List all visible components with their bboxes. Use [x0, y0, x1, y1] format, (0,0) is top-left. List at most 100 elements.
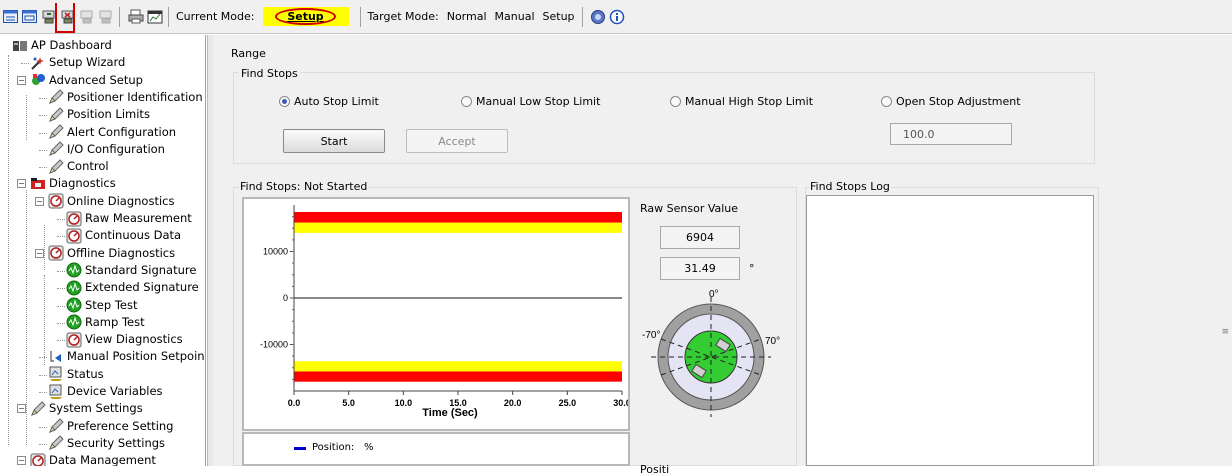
tree-item-offline-diagnostics[interactable]: Offline Diagnostics	[48, 245, 175, 262]
tree-item-manual-position-setpoint[interactable]: Manual Position Setpoint	[48, 348, 205, 365]
position-chart-svg: 100000-100000.05.010.015.020.025.030.0Ti…	[260, 205, 631, 419]
pencil-icon	[48, 435, 64, 451]
radio-manual-low-stop-limit[interactable]: Manual Low Stop Limit	[461, 95, 600, 108]
x-axis-label: Time (Sec)	[422, 407, 478, 419]
device-add-icon[interactable]	[78, 8, 95, 25]
setpoint-icon	[48, 349, 64, 365]
tree-item-label: AP Dashboard	[31, 38, 112, 52]
tree-item-continuous-data[interactable]: Continuous Data	[66, 227, 181, 244]
limit-band-3	[294, 371, 622, 382]
tree-item-data-management[interactable]: Data Management	[30, 452, 156, 466]
tree-item-diagnostics[interactable]: Diagnostics	[30, 175, 116, 192]
target-mode-normal[interactable]: Normal	[445, 10, 489, 23]
list-view-icon[interactable]	[21, 8, 38, 25]
tree-item-i-o-configuration[interactable]: I/O Configuration	[48, 141, 165, 158]
tree-item-online-diagnostics[interactable]: Online Diagnostics	[48, 193, 174, 210]
current-mode-value[interactable]: Setup	[275, 8, 336, 25]
tree-view-icon[interactable]	[2, 8, 19, 25]
gauge-icon	[66, 211, 82, 227]
radio-manual-high-stop-limit-dot[interactable]	[670, 96, 681, 107]
gauge-icon	[30, 453, 46, 466]
raw-sensor-label: Raw Sensor Value	[640, 202, 739, 215]
tree-collapse-icon[interactable]: −	[17, 75, 26, 85]
tree-item-alert-configuration[interactable]: Alert Configuration	[48, 124, 176, 141]
gauge-icon	[66, 228, 82, 244]
radio-manual-low-stop-limit-dot[interactable]	[461, 96, 472, 107]
wizard-icon	[30, 55, 46, 71]
radio-manual-low-stop-limit-label: Manual Low Stop Limit	[476, 95, 601, 108]
tree-item-control[interactable]: Control	[48, 158, 109, 175]
tree-item-status[interactable]: Status	[48, 366, 104, 383]
tree-item-label: Device Variables	[67, 384, 163, 398]
tree-collapse-icon[interactable]: −	[17, 456, 26, 466]
limit-band-0	[294, 211, 622, 223]
tree-item-ramp-test[interactable]: Ramp Test	[66, 314, 145, 331]
legend-position-unit: %	[364, 442, 374, 453]
info-icon[interactable]	[609, 8, 626, 25]
dial-label-left: -70°	[642, 330, 660, 341]
device-remove-icon[interactable]	[97, 8, 114, 25]
target-mode-setup[interactable]: Setup	[541, 10, 577, 23]
splitter-grip-icon[interactable]: ≡	[1221, 327, 1229, 337]
tree-collapse-icon[interactable]: −	[35, 196, 44, 206]
tree-connector	[57, 340, 65, 342]
tree-item-advanced-setup[interactable]: Advanced Setup	[30, 72, 143, 89]
position-dial: 0° -70° 70°	[642, 289, 780, 417]
open-stop-value-field[interactable]: 100.0	[890, 123, 1012, 145]
signature-icon	[66, 262, 82, 278]
tree-collapse-icon[interactable]: −	[35, 248, 44, 258]
toolbar-separator	[119, 6, 120, 27]
radio-auto-stop-limit[interactable]: Auto Stop Limit	[279, 95, 379, 108]
tree-item-position-limits[interactable]: Position Limits	[48, 106, 150, 123]
chart-legend: Position: %	[242, 432, 630, 466]
radio-auto-stop-limit-dot[interactable]	[279, 96, 290, 107]
print-icon[interactable]	[127, 8, 144, 25]
tree-item-device-variables[interactable]: Device Variables	[48, 383, 163, 400]
tree-item-setup-wizard[interactable]: Setup Wizard	[30, 54, 125, 71]
tree-item-standard-signature[interactable]: Standard Signature	[66, 262, 196, 279]
y-tick-label: -10000	[260, 340, 288, 350]
find-stops-status-label: Find Stops: Not Started	[239, 180, 369, 193]
start-button[interactable]: Start	[283, 129, 385, 153]
tree-connector	[39, 443, 47, 445]
tree-connector	[57, 305, 65, 307]
tree-item-preference-setting[interactable]: Preference Setting	[48, 418, 173, 435]
target-mode-manual[interactable]: Manual	[493, 10, 537, 23]
x-tick-label: 0.0	[288, 398, 301, 408]
raw-sensor-value: 6904	[660, 226, 740, 249]
tree-item-label: Raw Measurement	[85, 211, 192, 225]
radio-open-stop-adjustment-dot[interactable]	[881, 96, 892, 107]
radio-open-stop-adjustment[interactable]: Open Stop Adjustment	[881, 95, 1021, 108]
position-chart: 100000-100000.05.010.015.020.025.030.0Ti…	[242, 197, 631, 431]
globe-icon[interactable]	[590, 8, 607, 25]
gauge-icon	[48, 193, 64, 209]
x-tick-label: 25.0	[559, 398, 577, 408]
tree-item-label: Positioner Identification	[67, 89, 203, 104]
find-stops-group-label: Find Stops	[239, 67, 300, 80]
radio-manual-high-stop-limit[interactable]: Manual High Stop Limit	[670, 95, 813, 108]
gauge-icon	[48, 245, 64, 261]
gauge-icon	[66, 332, 82, 348]
current-mode-label: Current Mode:	[176, 10, 255, 23]
tree-item-ap-dashboard[interactable]: AP Dashboard	[12, 37, 112, 54]
tree-collapse-icon[interactable]: −	[17, 179, 26, 189]
tree-item-raw-measurement[interactable]: Raw Measurement	[66, 210, 192, 227]
find-stops-log-textarea[interactable]	[806, 195, 1094, 466]
tree-item-label: Security Settings	[67, 435, 166, 450]
pencil-icon	[48, 158, 64, 175]
tree-guide-line	[8, 55, 9, 445]
toolbar-selection-outline	[55, 3, 75, 33]
x-tick-label: 10.0	[395, 398, 413, 408]
tree-connector	[39, 97, 47, 99]
tree-item-label: Step Test	[85, 297, 138, 312]
x-tick-label: 20.0	[504, 398, 522, 408]
tree-item-extended-signature[interactable]: Extended Signature	[66, 279, 199, 296]
chart-icon[interactable]	[146, 8, 163, 25]
tree-item-view-diagnostics[interactable]: View Diagnostics	[66, 331, 183, 348]
tree-item-positioner-identification[interactable]: Positioner Identification	[48, 89, 203, 106]
accept-button[interactable]: Accept	[406, 129, 508, 153]
tree-item-system-settings[interactable]: System Settings	[30, 400, 143, 417]
tree-item-step-test[interactable]: Step Test	[66, 297, 138, 314]
tree-item-security-settings[interactable]: Security Settings	[48, 435, 165, 452]
tree-collapse-icon[interactable]: −	[17, 404, 26, 414]
